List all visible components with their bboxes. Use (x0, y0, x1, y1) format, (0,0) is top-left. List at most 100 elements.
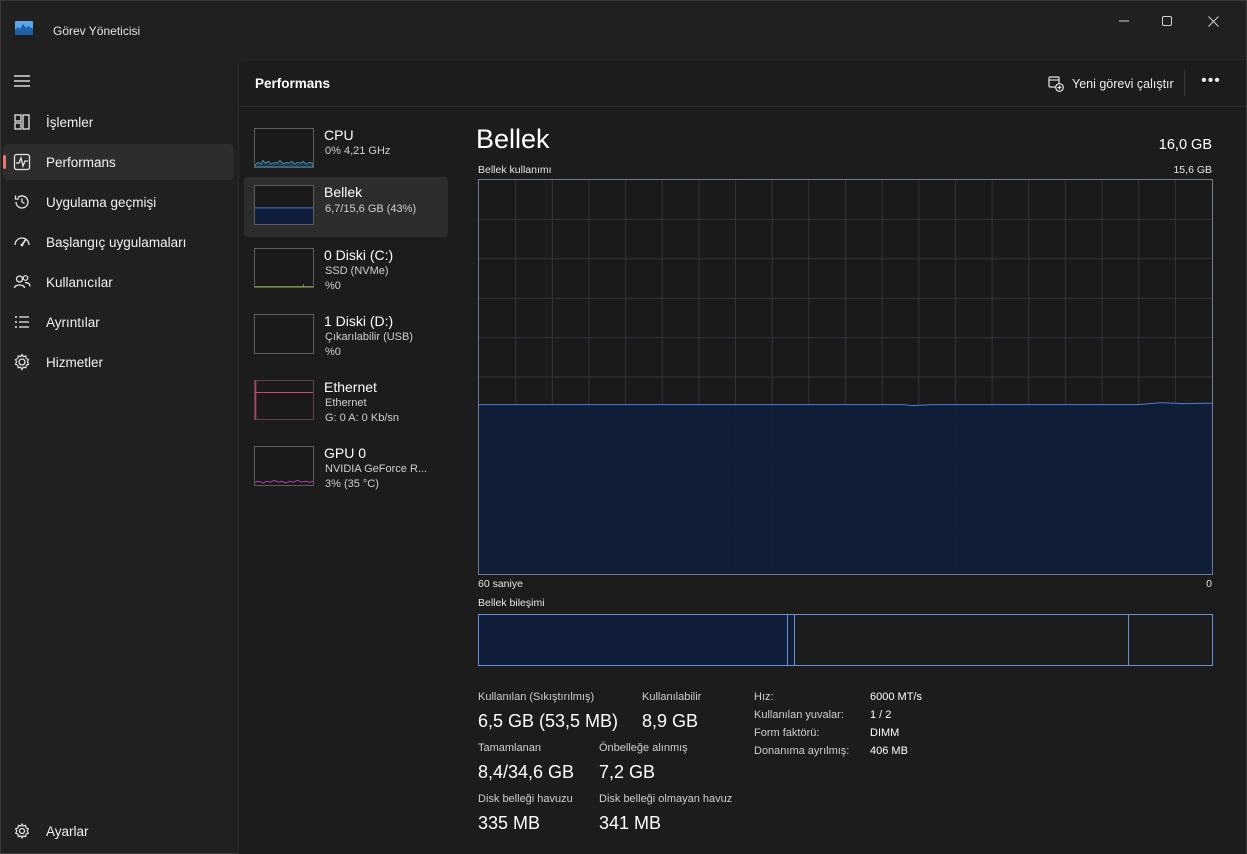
stat-available-label: Kullanılabilir (642, 691, 702, 703)
more-options-icon: ••• (1201, 72, 1221, 89)
memory-composition-label: Bellek bileşimi (478, 597, 545, 609)
sidebar-item-users[interactable]: Kullanıcılar (3, 264, 234, 300)
gpu-thumbnail-graph (254, 446, 314, 486)
close-button[interactable] (1201, 11, 1225, 31)
spec-speed-label: Hız: (754, 691, 774, 703)
spec-speed-value: 6000 MT/s (870, 691, 922, 703)
perf-item-subtitle: NVIDIA GeForce R... (325, 463, 428, 475)
sidebar-item-processes[interactable]: İşlemler (3, 104, 234, 140)
stat-used-label: Kullanılan (Sıkıştırılmış) (478, 691, 595, 703)
app-title: Görev Yöneticisi (53, 24, 141, 38)
page-title: Performans (255, 76, 331, 91)
performance-icon (13, 153, 31, 171)
spec-slots-value: 1 / 2 (870, 709, 892, 721)
stat-committed-label: Tamamlanan (478, 742, 541, 754)
stat-cached-value: 7,2 GB (599, 762, 656, 782)
perf-item-title: Ethernet (324, 379, 377, 395)
sidebar-item-label: Performans (46, 155, 116, 170)
perf-item-cpu[interactable]: CPU 0% 4,21 GHz (244, 120, 448, 180)
sidebar-item-settings[interactable]: Ayarlar (3, 813, 234, 849)
sidebar-item-label: Uygulama geçmişi (46, 195, 157, 210)
sidebar-item-label: Ayarlar (46, 824, 89, 839)
perf-item-subtitle: 6,7/15,6 GB (43%) (325, 203, 417, 215)
settings-gear-icon (14, 822, 30, 840)
perf-item-gpu[interactable]: GPU 0 NVIDIA GeForce R... 3% (35 °C) (244, 438, 448, 502)
perf-item-detail: G: 0 A: 0 Kb/sn (325, 412, 399, 424)
minimize-button[interactable] (1112, 11, 1136, 31)
perf-item-disk-d[interactable]: 1 Diski (D:) Çıkarılabilir (USB) %0 (244, 306, 448, 370)
memory-title: Bellek (476, 124, 550, 154)
spec-form-factor-value: DIMM (870, 727, 900, 739)
startup-icon (14, 237, 30, 247)
memory-usage-graph (478, 179, 1213, 575)
perf-item-title: 1 Diski (D:) (324, 313, 394, 329)
active-indicator (3, 155, 6, 169)
spec-hardware-reserved-label: Donanıma ayrılmış: (754, 745, 850, 757)
perf-item-detail: 3% (35 °C) (325, 478, 379, 490)
sidebar: İşlemler Performans Uygulama geçmişi Baş… (1, 61, 238, 854)
graph-axis-left-label: 60 saniye (478, 578, 523, 590)
stat-nonpaged-pool-value: 341 MB (599, 813, 662, 833)
perf-item-memory[interactable]: Bellek 6,7/15,6 GB (43%) (244, 177, 448, 237)
task-manager-window: Görev Yöneticisi İşlemler Performans Uyg… (0, 0, 1247, 854)
maximize-button[interactable] (1155, 11, 1179, 31)
sidebar-item-label: Ayrıntılar (46, 315, 100, 330)
services-icon (14, 353, 30, 371)
perf-item-disk-c[interactable]: 0 Diski (C:) SSD (NVMe) %0 (244, 240, 448, 304)
disk-d-thumbnail-graph (254, 314, 314, 354)
sidebar-item-app-history[interactable]: Uygulama geçmişi (3, 184, 234, 220)
perf-item-title: GPU 0 (324, 445, 367, 461)
sidebar-item-label: Kullanıcılar (46, 275, 113, 290)
spec-hardware-reserved-value: 406 MB (870, 745, 908, 757)
minimize-icon (1119, 20, 1129, 22)
perf-item-subtitle: 0% 4,21 GHz (325, 145, 391, 157)
sidebar-item-startup-apps[interactable]: Başlangıç uygulamaları (3, 224, 234, 260)
perf-item-detail: %0 (325, 280, 341, 292)
sidebar-item-label: Başlangıç uygulamaları (46, 235, 187, 250)
perf-item-subtitle: SSD (NVMe) (325, 265, 389, 277)
more-options-button[interactable]: ••• (1199, 72, 1223, 94)
content-header: Performans Yeni görevi çalıştır ••• (239, 60, 1246, 107)
disk-c-thumbnail-graph (254, 248, 314, 288)
content-panel: Performans Yeni görevi çalıştır ••• CPU … (238, 59, 1246, 854)
header-divider (1184, 70, 1185, 96)
perf-item-subtitle: Ethernet (325, 397, 367, 409)
users-icon (13, 275, 31, 289)
memory-usage-area (479, 402, 1212, 574)
perf-item-ethernet[interactable]: Ethernet Ethernet G: 0 A: 0 Kb/sn (244, 372, 448, 436)
perf-item-title: 0 Diski (C:) (324, 247, 394, 263)
stat-available-value: 8,9 GB (642, 711, 699, 731)
cpu-thumbnail-graph (254, 128, 314, 168)
sidebar-item-services[interactable]: Hizmetler (3, 344, 234, 380)
sidebar-item-label: İşlemler (46, 115, 94, 130)
memory-total: 16,0 GB (1158, 137, 1212, 153)
composition-in-use (479, 615, 788, 665)
stat-paged-pool-value: 335 MB (478, 813, 541, 833)
title-bar: Görev Yöneticisi (1, 1, 1246, 41)
stat-cached-label: Önbelleğe alınmış (599, 742, 688, 754)
perf-item-title: Bellek (324, 184, 363, 200)
stat-committed-value: 8,4/34,6 GB (478, 762, 575, 782)
memory-composition-bar (478, 614, 1213, 666)
new-task-icon (1048, 76, 1064, 92)
graph-axis-right-label: 0 (1206, 578, 1212, 590)
perf-item-detail: %0 (325, 346, 341, 358)
memory-usage-max: 15,6 GB (1173, 164, 1212, 176)
sidebar-item-performance[interactable]: Performans (3, 144, 234, 180)
perf-item-title: CPU (324, 127, 354, 143)
sidebar-item-details[interactable]: Ayrıntılar (3, 304, 234, 340)
close-icon (1207, 15, 1219, 27)
stat-nonpaged-pool-label: Disk belleği olmayan havuz (599, 793, 733, 805)
run-new-task-button[interactable]: Yeni görevi çalıştır (1048, 74, 1174, 94)
spec-form-factor-label: Form faktörü: (754, 727, 820, 739)
ethernet-thumbnail-graph (254, 380, 314, 420)
hamburger-menu-icon[interactable] (13, 74, 31, 88)
maximize-icon (1162, 16, 1172, 26)
composition-free (1130, 615, 1212, 665)
composition-standby (796, 615, 1129, 665)
stat-used-value: 6,5 GB (53,5 MB) (478, 711, 619, 731)
memory-usage-label: Bellek kullanımı (478, 164, 552, 176)
history-icon (14, 195, 29, 209)
perf-item-subtitle: Çıkarılabilir (USB) (325, 331, 414, 343)
processes-icon (14, 114, 30, 130)
